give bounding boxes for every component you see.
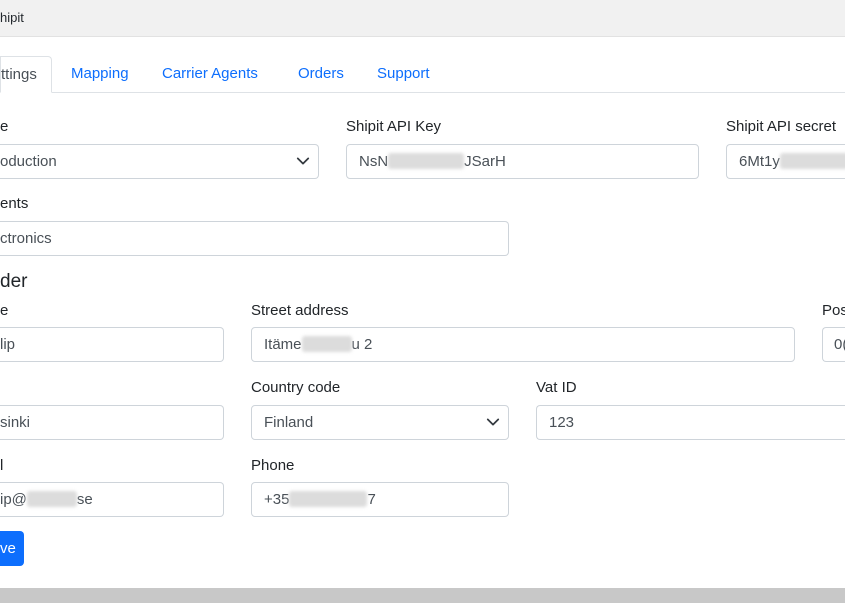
redacted-blur — [289, 491, 368, 507]
redacted-blur — [388, 153, 465, 169]
api-key-visible-start: NsN — [359, 153, 389, 170]
email-visible-start: ip@ — [0, 491, 27, 508]
contents-input[interactable]: ctronics — [0, 221, 509, 256]
window-title: hipit — [0, 10, 24, 25]
phone-label: Phone — [251, 457, 295, 474]
save-button[interactable]: ve — [0, 531, 24, 566]
redacted-blur — [779, 153, 845, 169]
api-secret-label: Shipit API secret — [726, 118, 837, 135]
vat-label: Vat ID — [536, 379, 577, 396]
name-input[interactable]: lip — [0, 327, 224, 362]
mode-select[interactable]: oduction — [0, 144, 319, 179]
title-bar: hipit — [0, 0, 845, 37]
chevron-down-icon — [486, 418, 500, 426]
tab-support[interactable]: Support — [377, 56, 430, 93]
tab-settings[interactable]: ttings — [0, 56, 52, 93]
contents-label: ents — [0, 195, 29, 212]
city-input[interactable]: sinki — [0, 405, 224, 440]
tab-orders[interactable]: Orders — [298, 56, 344, 93]
email-input[interactable]: ip@ se — [0, 482, 224, 517]
postal-input[interactable]: 0( — [822, 327, 845, 362]
tab-carrier-agents[interactable]: Carrier Agents — [162, 56, 258, 93]
mode-select-value: oduction — [0, 153, 57, 170]
phone-visible-end: 7 — [367, 491, 376, 508]
country-label: Country code — [251, 379, 341, 396]
chevron-down-icon — [296, 157, 310, 165]
mode-label: e — [0, 118, 9, 135]
api-secret-visible-start: 6Mt1y — [739, 153, 780, 170]
street-visible-end: u 2 — [351, 336, 373, 353]
street-visible-start: Itäme — [264, 336, 302, 353]
phone-input[interactable]: +35 7 — [251, 482, 509, 517]
name-label: e — [0, 302, 9, 319]
horizontal-scrollbar[interactable] — [0, 588, 845, 603]
street-input[interactable]: Itäme u 2 — [251, 327, 795, 362]
settings-page: hipit ttings Mapping Carrier Agents Orde… — [0, 0, 845, 603]
vat-input[interactable]: 123 — [536, 405, 845, 440]
street-label: Street address — [251, 302, 349, 319]
tab-mapping[interactable]: Mapping — [71, 56, 129, 93]
phone-visible-start: +35 — [264, 491, 290, 508]
api-key-label: Shipit API Key — [346, 118, 442, 135]
email-visible-end: se — [76, 491, 93, 508]
api-key-input[interactable]: NsN JSarH — [346, 144, 699, 179]
email-label: l — [0, 457, 4, 474]
api-key-visible-end: JSarH — [464, 153, 506, 170]
postal-label: Pos — [822, 302, 845, 319]
country-select-value: Finland — [264, 414, 314, 431]
sender-heading: der — [0, 271, 28, 292]
country-select[interactable]: Finland — [251, 405, 509, 440]
redacted-blur — [301, 336, 352, 352]
redacted-blur — [26, 491, 77, 507]
api-secret-input[interactable]: 6Mt1y — [726, 144, 845, 179]
